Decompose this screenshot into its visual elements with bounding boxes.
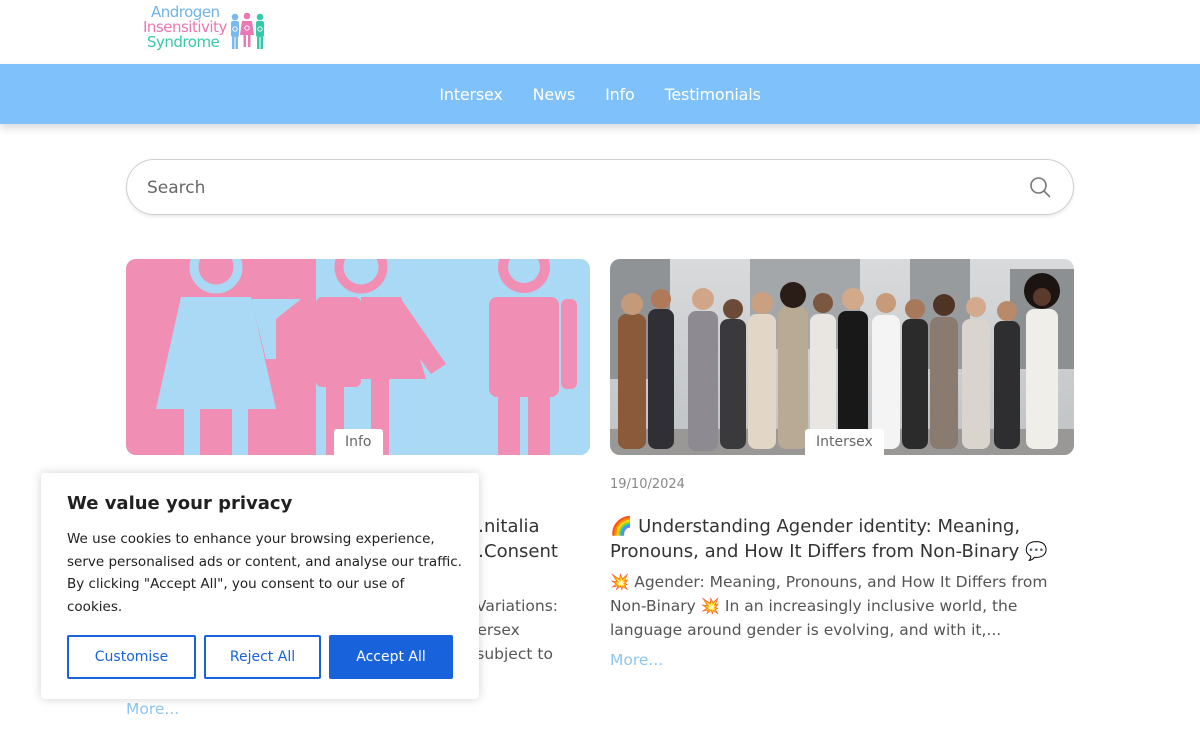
post-thumbnail-gender-figures[interactable]: Info — [126, 259, 590, 455]
cookie-banner-text: We use cookies to enhance your browsing … — [67, 531, 462, 615]
accept-all-button[interactable]: Accept All — [329, 635, 453, 679]
nav-item-intersex[interactable]: Intersex — [439, 85, 503, 104]
post-date: 19/10/2024 — [610, 477, 685, 492]
customise-button[interactable]: Customise — [67, 635, 196, 679]
post-card: Info …nitalia …Consent …a Variations: …n… — [126, 259, 590, 718]
logo-text: Androgen Insensitivity Syndrome — [143, 5, 227, 50]
cookie-banner-title: We value your privacy — [67, 493, 293, 514]
nav-item-news[interactable]: News — [533, 85, 576, 104]
site-header: Androgen Insensitivity Syndrome — [0, 0, 1200, 64]
post-title[interactable]: 🌈 Understanding Agender identity: Meanin… — [610, 514, 1074, 564]
search-input[interactable] — [147, 174, 1007, 202]
main-nav: Intersex News Info Testimonials — [0, 64, 1200, 124]
read-more-link[interactable]: More... — [126, 700, 179, 718]
nav-item-testimonials[interactable]: Testimonials — [665, 85, 761, 104]
read-more-link[interactable]: More... — [610, 651, 663, 669]
people-figures-icon — [231, 13, 264, 49]
cookie-consent-banner: We value your privacy We use cookies to … — [41, 473, 479, 699]
post-thumbnail-group-photo[interactable]: Intersex — [610, 259, 1074, 455]
category-tag[interactable]: Intersex — [805, 429, 884, 455]
group-photo-image — [610, 259, 1074, 455]
search-bar — [126, 159, 1074, 215]
post-card: Intersex 19/10/2024 🌈 Understanding Agen… — [610, 259, 1074, 669]
site-logo[interactable]: Androgen Insensitivity Syndrome — [143, 5, 273, 57]
category-tag[interactable]: Info — [334, 429, 383, 455]
nav-item-info[interactable]: Info — [605, 85, 635, 104]
post-title-partial[interactable]: …nitalia …Consent — [466, 514, 590, 564]
search-icon[interactable] — [1029, 176, 1051, 198]
logo-line-3: Syndrome — [147, 33, 220, 51]
post-excerpt: 💥 Agender: Meaning, Pronouns, and How It… — [610, 573, 1048, 639]
reject-all-button[interactable]: Reject All — [204, 635, 321, 679]
gender-figures-illustration — [126, 259, 590, 455]
